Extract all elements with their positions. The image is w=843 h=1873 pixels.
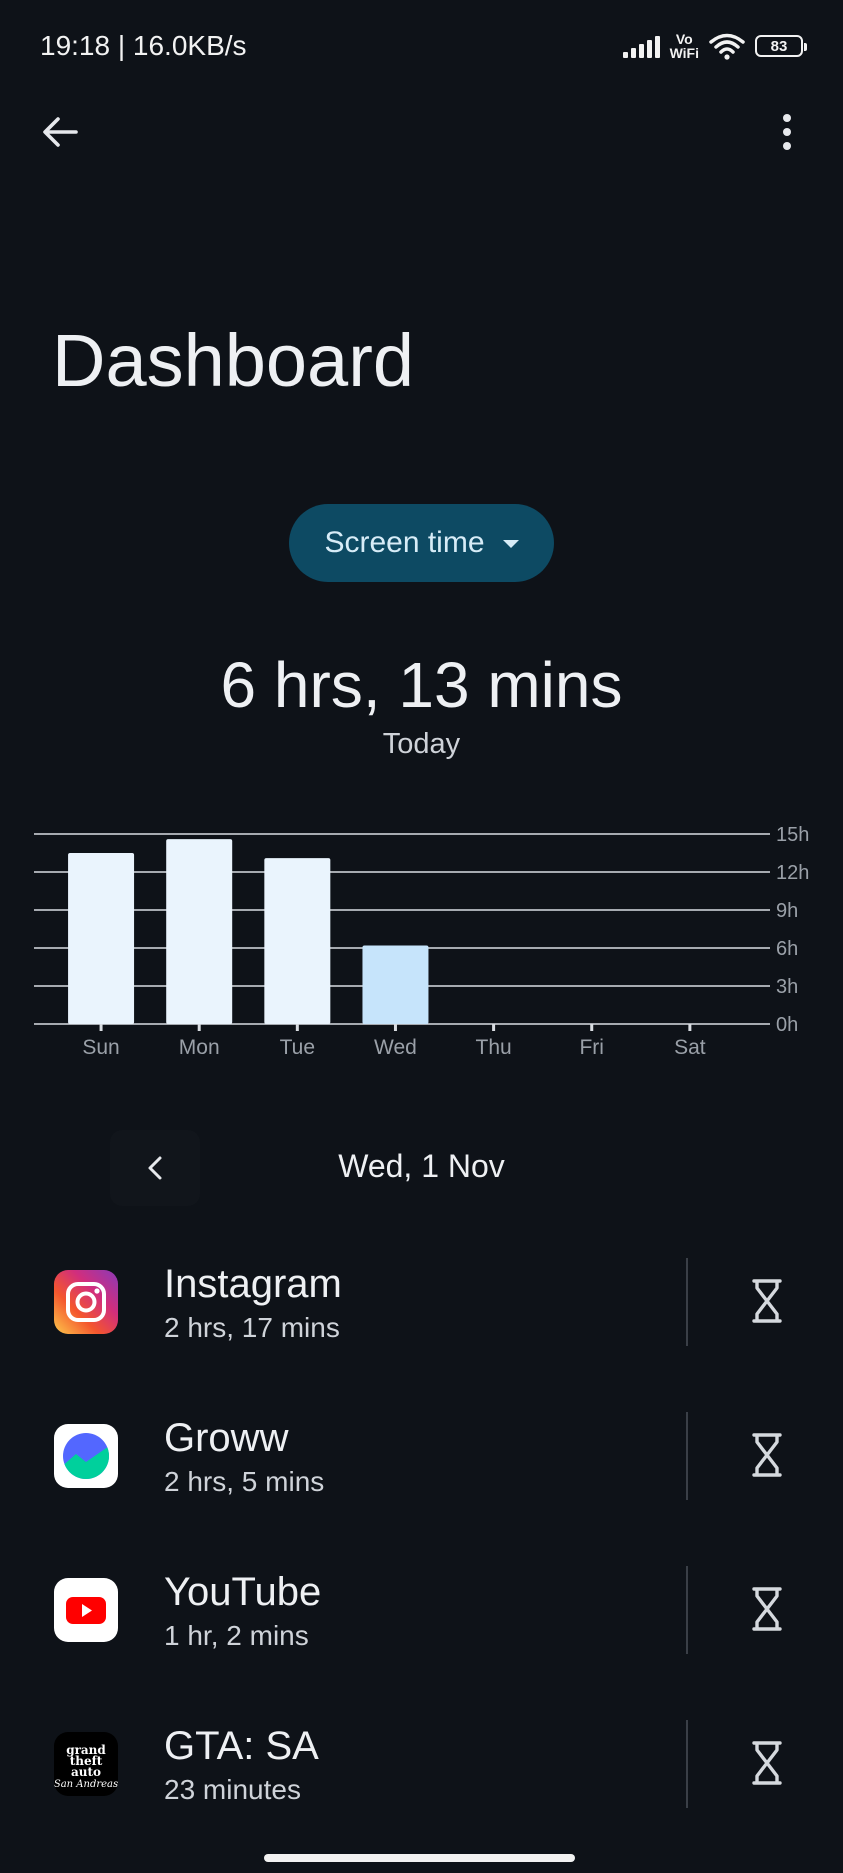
x-tick-label-sat[interactable]: Sat — [674, 1036, 706, 1059]
app-timer-button[interactable] — [742, 1422, 792, 1488]
battery-icon: 83 — [755, 35, 807, 57]
gta-sa-icon: grand theft auto San Andreas — [54, 1732, 118, 1796]
dropdown-arrow-icon — [502, 540, 519, 548]
weekly-usage-chart[interactable]: 0h 3h 6h 9h 12h 15h Sun Mon Tue Wed Thu Fri Sat — [34, 826, 824, 1066]
divider — [686, 1566, 688, 1654]
app-timer-button[interactable] — [742, 1730, 792, 1796]
svg-text:San Andreas: San Andreas — [54, 1779, 118, 1790]
app-usage-time: 2 hrs, 17 mins — [164, 1312, 340, 1343]
hourglass-icon — [752, 1741, 782, 1785]
app-row-groww[interactable]: Groww 2 hrs, 5 mins — [0, 1396, 843, 1516]
chart-bar-tue[interactable] — [264, 858, 331, 1024]
y-tick-label: 6h — [776, 938, 798, 960]
more-options-button[interactable] — [761, 106, 813, 158]
divider — [686, 1258, 688, 1346]
status-time-speed: 19:18 | 16.0KB/s — [40, 30, 247, 61]
hourglass-icon — [752, 1587, 782, 1631]
chart-bar-sun[interactable] — [68, 853, 135, 1024]
app-name: Groww — [164, 1416, 289, 1460]
metric-dropdown[interactable]: Screen time — [289, 504, 554, 582]
app-row-youtube[interactable]: YouTube 1 hr, 2 mins — [0, 1550, 843, 1670]
chart-bar-wed[interactable] — [362, 945, 429, 1024]
metric-dropdown-label: Screen time — [324, 526, 485, 559]
x-tick-label-mon[interactable]: Mon — [179, 1036, 220, 1059]
instagram-icon — [54, 1270, 118, 1334]
x-tick-label-wed[interactable]: Wed — [374, 1036, 417, 1059]
y-tick-label: 9h — [776, 900, 798, 922]
more-vert-icon-dot — [783, 142, 791, 150]
groww-icon — [54, 1424, 118, 1488]
cellular-signal-icon — [622, 34, 660, 58]
app-row-gta-sa[interactable]: grand theft auto San Andreas GTA: SA 23 … — [0, 1704, 843, 1824]
x-tick-label-thu[interactable]: Thu — [476, 1036, 512, 1059]
chart-bar-mon[interactable] — [166, 839, 233, 1024]
status-icons: Vo WiFi 83 — [622, 32, 807, 60]
app-name: YouTube — [164, 1570, 322, 1614]
vowifi-bottom-label: WiFi — [669, 45, 699, 61]
more-vert-icon — [783, 114, 791, 122]
vowifi-indicator: Vo WiFi — [670, 32, 699, 60]
app-usage-time: 2 hrs, 5 mins — [164, 1466, 325, 1497]
previous-day-button[interactable] — [110, 1130, 200, 1206]
youtube-icon — [54, 1578, 118, 1642]
more-vert-icon-dot — [783, 128, 791, 136]
x-tick-label-sun[interactable]: Sun — [82, 1036, 119, 1059]
wifi-icon — [709, 33, 745, 60]
app-name: Instagram — [164, 1262, 342, 1306]
x-tick-label-fri[interactable]: Fri — [579, 1036, 604, 1059]
app-row-instagram[interactable]: Instagram 2 hrs, 17 mins — [0, 1242, 843, 1362]
y-tick-label: 3h — [776, 976, 798, 998]
page-title: Dashboard — [52, 319, 415, 402]
y-tick-label: 15h — [776, 826, 809, 846]
app-usage-time: 1 hr, 2 mins — [164, 1620, 309, 1651]
app-usage-time: 23 minutes — [164, 1774, 301, 1805]
summary-period: Today — [382, 728, 461, 760]
total-screen-time: 6 hrs, 13 mins — [220, 649, 623, 721]
divider — [686, 1720, 688, 1808]
hourglass-icon — [752, 1279, 782, 1323]
vowifi-top-label: Vo — [675, 31, 693, 47]
chevron-left-icon — [148, 1156, 162, 1180]
home-indicator[interactable] — [264, 1854, 575, 1862]
battery-level: 83 — [770, 37, 788, 55]
app-name: GTA: SA — [164, 1724, 319, 1768]
divider — [686, 1412, 688, 1500]
svg-text:auto: auto — [71, 1765, 101, 1779]
x-tick-label-tue[interactable]: Tue — [280, 1036, 315, 1059]
app-timer-button[interactable] — [742, 1576, 792, 1642]
y-tick-label: 12h — [776, 862, 809, 884]
arrow-left-icon — [43, 117, 78, 147]
back-button[interactable] — [34, 106, 86, 158]
y-tick-label: 0h — [776, 1014, 798, 1036]
hourglass-icon — [752, 1433, 782, 1477]
status-bar: 19:18 | 16.0KB/s Vo WiFi 83 — [40, 26, 807, 66]
app-timer-button[interactable] — [742, 1268, 792, 1334]
